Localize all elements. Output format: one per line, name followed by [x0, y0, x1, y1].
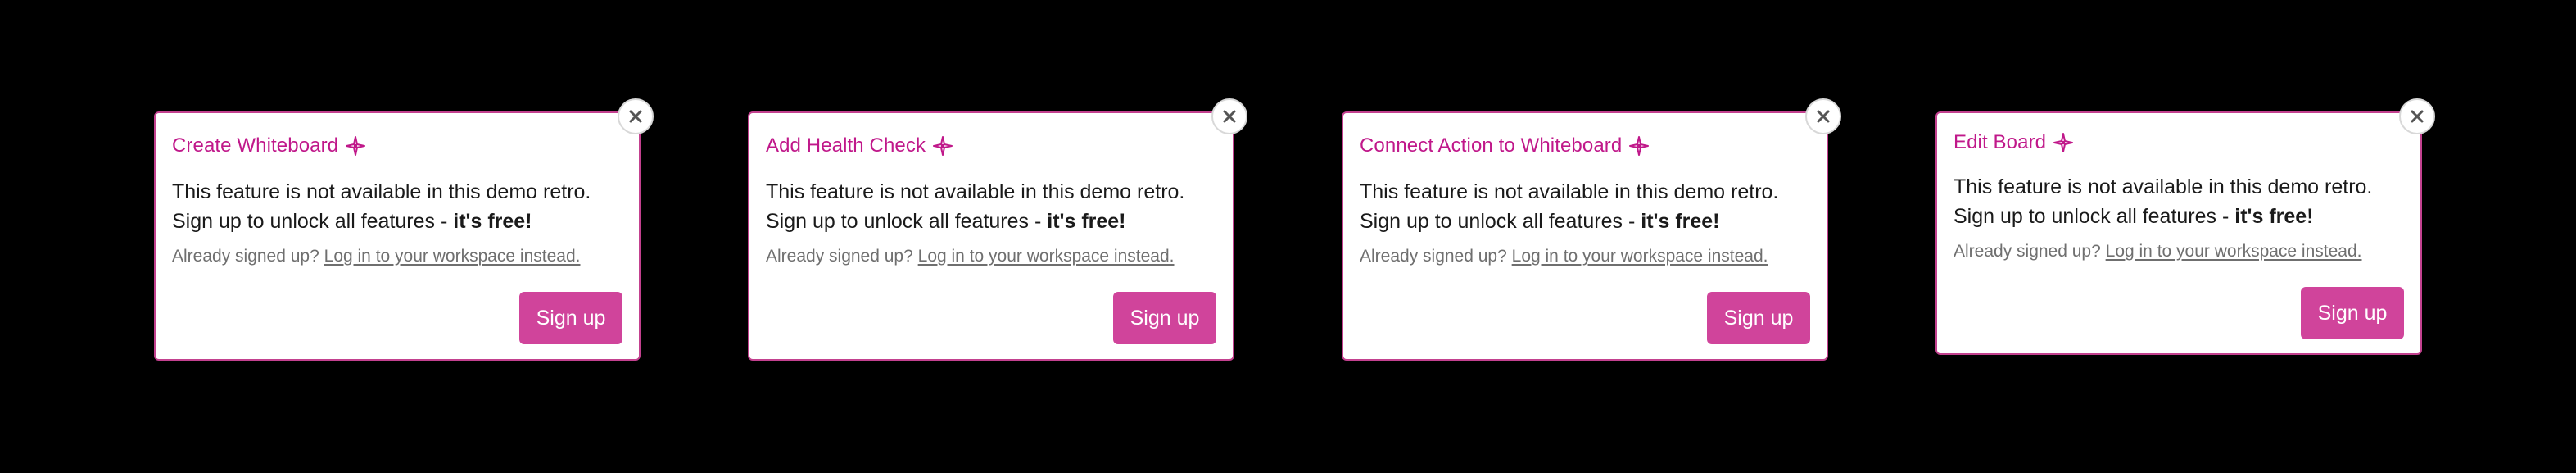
message-line-2-prefix: Sign up to unlock all features -: [1954, 205, 2235, 228]
sign-up-button[interactable]: Sign up: [519, 292, 622, 344]
close-icon: [1223, 110, 1236, 123]
message-line-2: Sign up to unlock all features - it's fr…: [172, 207, 591, 236]
feature-locked-dialog: Create Whiteboard This feature is not av…: [154, 98, 654, 361]
dialog-header: Edit Board: [1954, 131, 2074, 154]
close-icon: [629, 110, 642, 123]
sign-up-button[interactable]: Sign up: [1707, 292, 1810, 344]
dialog-header: Create Whiteboard: [172, 134, 366, 157]
dialog-message: This feature is not available in this de…: [172, 177, 591, 236]
login-note: Already signed up? Log in to your worksp…: [1360, 247, 1768, 266]
dialog-title: Edit Board: [1954, 131, 2047, 153]
message-line-1: This feature is not available in this de…: [1360, 180, 1779, 203]
sparkle-icon: [933, 136, 953, 156]
login-note-prefix: Already signed up?: [766, 247, 918, 266]
message-line-2: Sign up to unlock all features - it's fr…: [1954, 202, 2372, 231]
feature-locked-dialog: Connect Action to Whiteboard This featur…: [1342, 98, 1841, 361]
sign-up-button[interactable]: Sign up: [1113, 292, 1216, 344]
message-line-1: This feature is not available in this de…: [1954, 175, 2373, 198]
dialog-title: Connect Action to Whiteboard: [1360, 134, 1623, 157]
message-line-2: Sign up to unlock all features - it's fr…: [766, 207, 1184, 236]
dialog-message: This feature is not available in this de…: [766, 177, 1184, 236]
dialog-message: This feature is not available in this de…: [1360, 177, 1778, 236]
close-button[interactable]: [618, 98, 654, 134]
login-link[interactable]: Log in to your workspace instead.: [2106, 242, 2362, 261]
sparkle-icon: [2053, 133, 2074, 152]
dialog-title: Add Health Check: [766, 134, 926, 157]
feature-locked-dialog: Edit Board This feature is not available…: [1935, 98, 2435, 355]
login-link[interactable]: Log in to your workspace instead.: [1512, 247, 1768, 266]
message-line-2: Sign up to unlock all features - it's fr…: [1360, 207, 1778, 236]
close-icon: [1817, 110, 1830, 123]
login-note-prefix: Already signed up?: [1954, 242, 2106, 261]
login-note-prefix: Already signed up?: [172, 247, 324, 266]
sign-up-button[interactable]: Sign up: [2301, 287, 2404, 339]
message-line-1: This feature is not available in this de…: [172, 180, 591, 203]
login-link[interactable]: Log in to your workspace instead.: [918, 247, 1175, 266]
dialog-message: This feature is not available in this de…: [1954, 172, 2372, 231]
dialogs-stage: Create Whiteboard This feature is not av…: [0, 0, 2576, 473]
login-note: Already signed up? Log in to your worksp…: [766, 247, 1175, 266]
login-note: Already signed up? Log in to your worksp…: [1954, 242, 2362, 262]
free-text: it's free!: [1047, 210, 1126, 233]
message-line-2-prefix: Sign up to unlock all features -: [172, 210, 454, 233]
login-note-prefix: Already signed up?: [1360, 247, 1512, 266]
sparkle-icon: [346, 136, 366, 156]
dialog-title: Create Whiteboard: [172, 134, 339, 157]
message-line-2-prefix: Sign up to unlock all features -: [1360, 210, 1641, 233]
free-text: it's free!: [453, 210, 532, 233]
close-button[interactable]: [2399, 98, 2435, 134]
message-line-1: This feature is not available in this de…: [766, 180, 1185, 203]
close-button[interactable]: [1805, 98, 1841, 134]
dialog-header: Add Health Check: [766, 134, 953, 157]
feature-locked-dialog: Add Health Check This feature is not ava…: [748, 98, 1247, 361]
close-icon: [2411, 110, 2424, 123]
message-line-2-prefix: Sign up to unlock all features -: [766, 210, 1048, 233]
close-button[interactable]: [1211, 98, 1247, 134]
login-note: Already signed up? Log in to your worksp…: [172, 247, 581, 266]
dialog-header: Connect Action to Whiteboard: [1360, 134, 1650, 157]
free-text: it's free!: [1641, 210, 1720, 233]
login-link[interactable]: Log in to your workspace instead.: [324, 247, 581, 266]
free-text: it's free!: [2234, 205, 2314, 228]
sparkle-icon: [1629, 136, 1650, 156]
